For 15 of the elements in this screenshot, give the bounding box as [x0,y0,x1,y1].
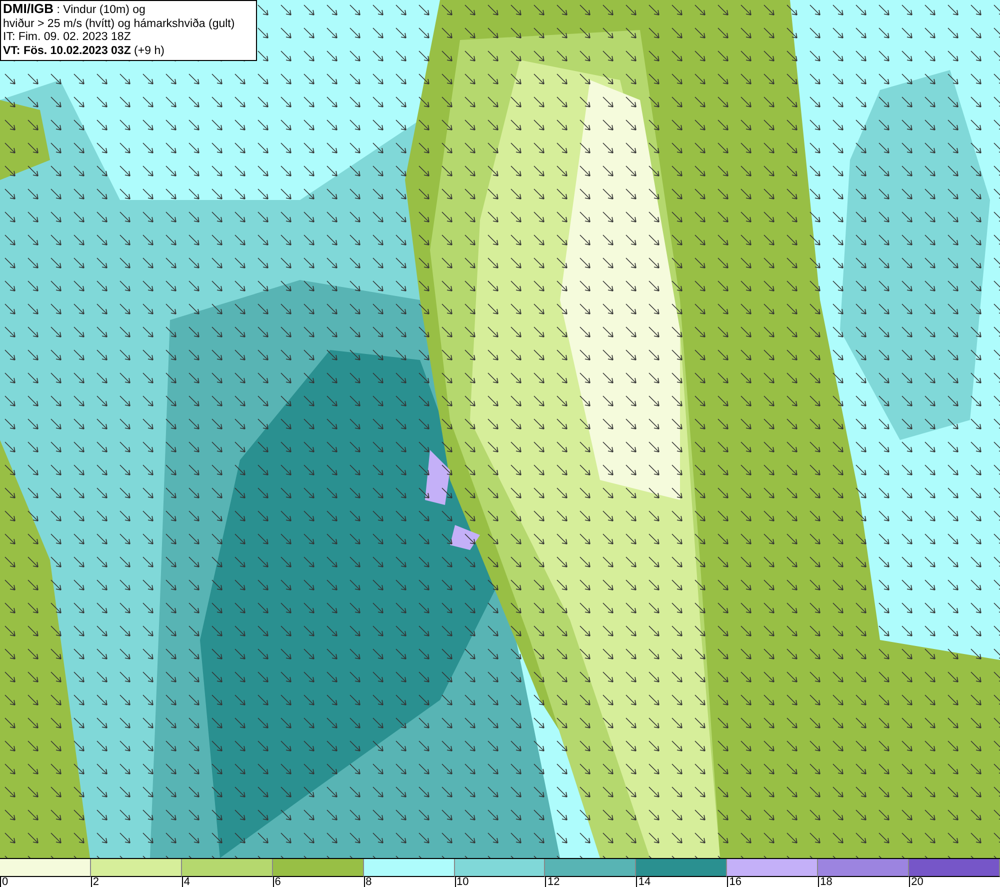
legend-label: 0 [0,877,8,887]
legend-label: 6 [272,877,281,887]
info-text: hviður > 25 m/s (hvítt) og hámarkshviða (gult) [3,18,235,31]
legend-label: 12 [545,877,560,887]
info-text: IT: Fim. 09. 02. 2023 18Z [3,31,131,44]
info-text: DMI/IGB : Vindur (10m) og [3,2,146,18]
legend-label: 10 [454,877,469,887]
legend-label: 18 [818,877,832,887]
info-text: VT: Fös. 10.02.2023 03Z (+9 h) [3,44,164,58]
legend-label: 4 [182,877,190,887]
legend-label: 20 [909,877,924,887]
legend-label: 14 [636,877,651,887]
legend-label: 2 [90,877,100,887]
legend-label: 16 [727,877,742,887]
legend-label: 8 [364,877,372,887]
